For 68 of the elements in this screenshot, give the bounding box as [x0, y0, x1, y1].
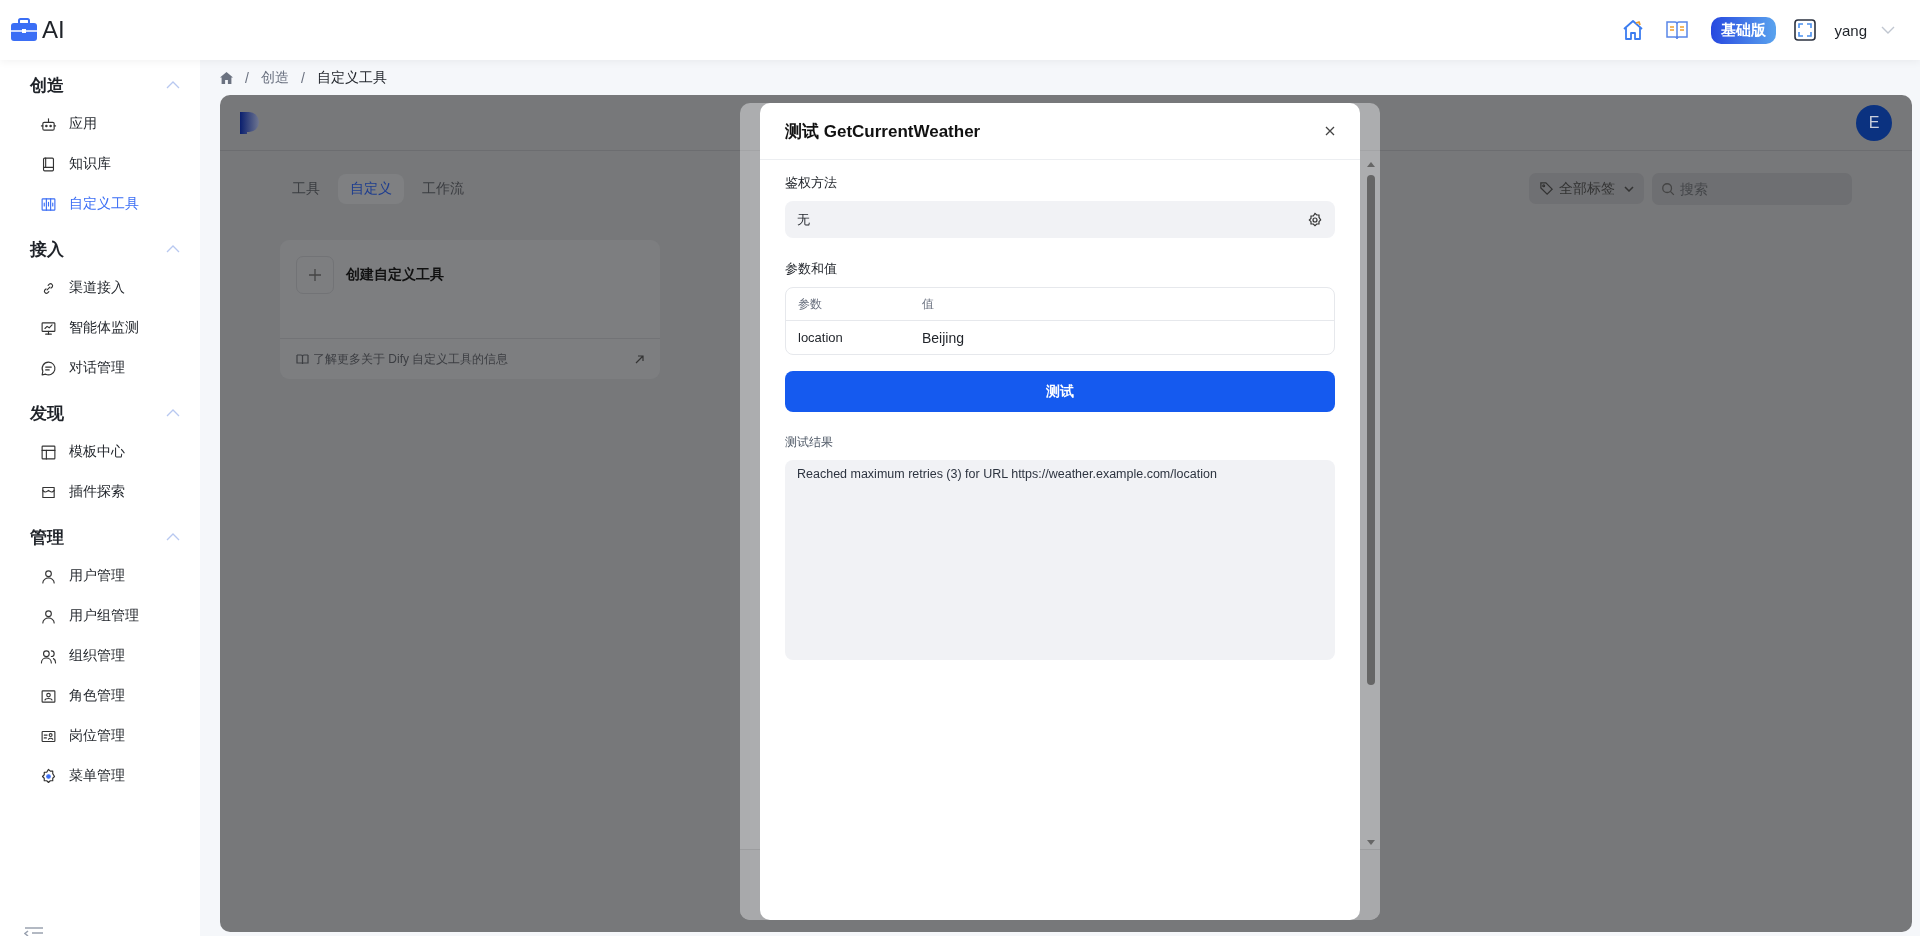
- gear-icon: [40, 767, 57, 785]
- breadcrumb-item[interactable]: 自定义工具: [316, 68, 387, 87]
- sidebar-item[interactable]: 菜单管理: [0, 756, 200, 796]
- manual-button[interactable]: [1665, 18, 1690, 42]
- sidebar-item[interactable]: 智能体监测: [0, 308, 200, 348]
- field-label: 鉴权方法: [785, 174, 838, 192]
- section-title: 管理: [30, 526, 64, 549]
- dify-logo-icon: [240, 111, 260, 134]
- chevron-up-icon[interactable]: [166, 81, 180, 89]
- table-cell-text: location: [797, 329, 844, 347]
- sidebar-item[interactable]: 组织管理: [0, 636, 200, 676]
- sidebar-item[interactable]: 用户组管理: [0, 596, 200, 636]
- section-title: 发现: [30, 402, 64, 425]
- sidebar-item[interactable]: 自定义工具: [0, 184, 200, 224]
- external-arrow-icon[interactable]: [635, 354, 644, 364]
- chevron-up-icon[interactable]: [166, 245, 180, 253]
- app-logo-text: AI: [42, 16, 65, 44]
- chevron-up-icon[interactable]: [166, 533, 180, 541]
- result-label: 测试结果: [785, 434, 834, 451]
- create-tool-title[interactable]: 创建自定义工具: [346, 266, 444, 284]
- sidebar-item[interactable]: 模板中心: [0, 432, 200, 472]
- sidebar-item[interactable]: 岗位管理: [0, 716, 200, 756]
- users-icon: [40, 647, 57, 665]
- home-icon[interactable]: [220, 71, 233, 84]
- breadcrumb-item[interactable]: 创造: [260, 68, 289, 87]
- test-button[interactable]: 测试: [785, 371, 1335, 412]
- robot-icon: [40, 115, 57, 133]
- briefcase-icon: [10, 18, 38, 42]
- section-title: 接入: [30, 238, 64, 261]
- chat-icon: [40, 359, 57, 377]
- scrollbar[interactable]: [1366, 161, 1376, 846]
- sidebar-item[interactable]: 用户管理: [0, 556, 200, 596]
- sidebar-item[interactable]: 角色管理: [0, 676, 200, 716]
- user-name[interactable]: yang: [1834, 21, 1867, 39]
- sidebar-item[interactable]: 对话管理: [0, 348, 200, 388]
- sidebar-item[interactable]: 插件探索: [0, 472, 200, 512]
- value-input[interactable]: Beijing: [910, 321, 1334, 354]
- chevron-up-icon[interactable]: [166, 409, 180, 417]
- chevron-down-icon[interactable]: [1881, 26, 1895, 34]
- column-header: 值: [910, 288, 1334, 321]
- sidebar-item[interactable]: 知识库: [0, 144, 200, 184]
- sidebar-item[interactable]: 应用: [0, 104, 200, 144]
- chevron-down-icon: [1624, 185, 1634, 192]
- section-title: 创造: [30, 74, 64, 97]
- book-icon: [40, 155, 57, 173]
- plus-icon: [309, 269, 321, 281]
- monitor-icon: [40, 319, 57, 337]
- panel-icon: [40, 195, 57, 213]
- settings-icon[interactable]: [1307, 211, 1323, 228]
- breadcrumb-separator: /: [300, 69, 305, 86]
- close-button[interactable]: [1325, 126, 1335, 136]
- plan-badge[interactable]: 基础版: [1711, 16, 1777, 44]
- book-icon: [296, 353, 309, 365]
- add-button[interactable]: [296, 256, 334, 294]
- user-icon: [40, 567, 57, 585]
- user-icon: [40, 607, 57, 625]
- user-avatar[interactable]: E: [1856, 104, 1892, 141]
- dialog-title: 测试 GetCurrentWeather: [785, 120, 981, 143]
- layout-icon: [40, 443, 57, 461]
- auth-method-field[interactable]: 无: [785, 201, 1335, 238]
- column-header: 参数: [786, 288, 910, 321]
- field-label: 参数和值: [785, 260, 838, 278]
- sidebar-item[interactable]: 渠道接入: [0, 268, 200, 308]
- breadcrumb-separator: /: [245, 69, 249, 86]
- tag-icon: [1539, 181, 1554, 196]
- test-result: Reached maximum retries (3) for URL https://weather.example.com/location: [785, 460, 1335, 660]
- id-card-icon: [40, 687, 57, 705]
- fullscreen-button[interactable]: [1794, 19, 1817, 41]
